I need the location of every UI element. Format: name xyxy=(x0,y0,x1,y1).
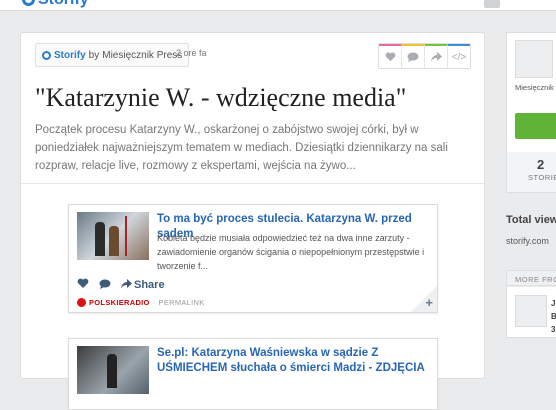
story-actions: </> xyxy=(378,43,471,69)
item-thumbnail[interactable] xyxy=(77,346,149,394)
item-excerpt: Kobieta będzie musiała odpowiedzieć też … xyxy=(157,233,425,271)
storify-logo-icon xyxy=(22,0,35,7)
comment-icon[interactable] xyxy=(99,278,111,292)
author-bio: Miesięcznik media, adv xyxy=(515,83,556,92)
stories-count: 2 xyxy=(537,157,545,172)
expand-corner xyxy=(411,286,437,312)
embed-icon: </> xyxy=(451,51,467,63)
storify-icon xyxy=(42,50,51,60)
source-separator: · xyxy=(152,298,156,307)
item-source: POLSKIERADIO · PERMALINK xyxy=(77,298,205,307)
permalink-link[interactable]: PERMALINK xyxy=(159,298,205,307)
story-title: "Katarzynie W. - wdzięczne media" xyxy=(35,83,407,112)
more-from-thumbnail xyxy=(515,295,547,327)
follow-button[interactable] xyxy=(515,113,556,139)
heart-icon[interactable] xyxy=(77,278,89,292)
share-arrow-icon xyxy=(430,52,442,62)
story-element: To ma być proces stulecia. Katarzyna W. … xyxy=(68,204,438,313)
author-sidebar: Miesięcznik media, adv xyxy=(506,32,556,154)
thumbnail-rail xyxy=(125,216,147,256)
more-from-item[interactable]: J B 3 xyxy=(506,287,556,338)
comment-icon xyxy=(407,52,419,62)
item-thumbnail[interactable] xyxy=(77,212,149,260)
more-from-header: MORE FROM xyxy=(506,270,556,286)
total-views-heading: Total views xyxy=(506,214,556,226)
story-card: Storify by Miesięcznik Press 2 ore fa </… xyxy=(20,32,485,410)
more-from-text: J B 3 xyxy=(551,299,556,334)
embed-button[interactable]: </> xyxy=(448,44,470,68)
expand-plus-icon[interactable]: + xyxy=(425,295,433,310)
story-element: Se.pl: Katarzyna Waśniewska w sądzie Z U… xyxy=(68,338,438,410)
divider xyxy=(21,183,484,184)
story-attribution[interactable]: Storify by Miesięcznik Press xyxy=(35,43,190,67)
like-button[interactable] xyxy=(379,44,402,68)
source-favicon-icon xyxy=(77,298,86,307)
comment-button[interactable] xyxy=(402,44,425,68)
share-button[interactable] xyxy=(425,44,448,68)
storify-logo[interactable]: Storify xyxy=(22,0,89,9)
thumbnail-figure xyxy=(95,222,105,256)
item-actions: Share xyxy=(77,278,165,292)
attribution-by: by xyxy=(88,49,100,61)
user-avatar[interactable] xyxy=(484,0,500,8)
author-stats: 2 STORIES xyxy=(506,152,556,193)
stories-label: STORIES xyxy=(528,173,556,182)
source-name[interactable]: POLSKIERADIO xyxy=(89,298,150,307)
author-name[interactable]: Miesięcznik Press xyxy=(102,50,182,61)
storify-brand: Storify xyxy=(42,50,86,61)
thumbnail-figure xyxy=(109,226,119,256)
share-button[interactable]: Share xyxy=(121,279,165,291)
author-avatar[interactable] xyxy=(515,40,553,78)
heart-icon xyxy=(385,52,395,62)
thumbnail-figure xyxy=(107,354,117,388)
story-description: Początek procesu Katarzyny W., oskarżone… xyxy=(35,124,448,172)
item-title-link[interactable]: Se.pl: Katarzyna Waśniewska w sądzie Z U… xyxy=(157,346,427,376)
share-arrow-icon xyxy=(121,279,132,289)
views-source: storify.com xyxy=(506,236,549,246)
top-bar: Storify xyxy=(0,0,556,11)
story-timestamp: 2 ore fa xyxy=(176,48,207,58)
